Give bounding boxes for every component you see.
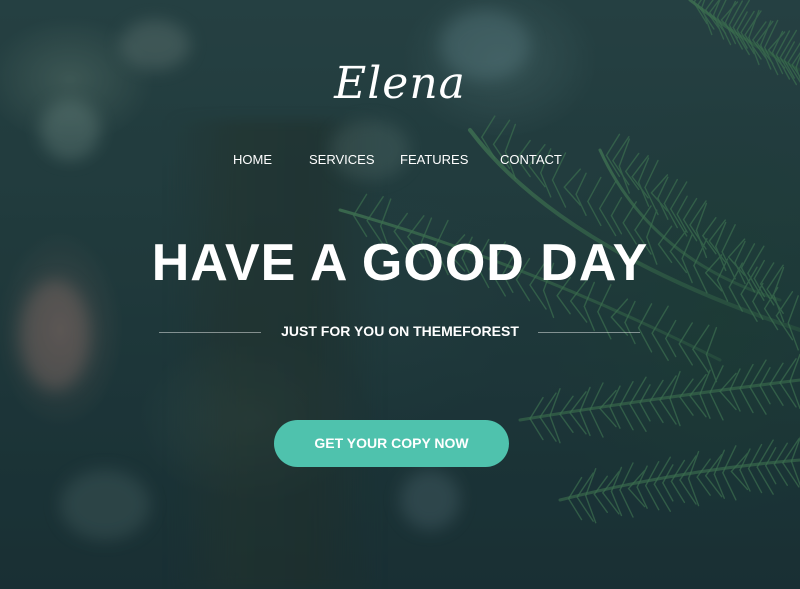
nav-item-home[interactable]: HOME [233,152,272,167]
nav-item-features[interactable]: FEATURES [400,152,468,167]
hero-headline: HAVE A GOOD DAY [151,234,649,292]
nav-item-services[interactable]: SERVICES [309,152,375,167]
brand-logo[interactable]: Elena [0,58,800,109]
divider-right [538,332,640,333]
get-copy-button[interactable]: GET YOUR COPY NOW [274,420,509,467]
hero-subtitle: JUST FOR YOU ON THEMEFOREST [281,323,519,339]
nav-item-contact[interactable]: CONTACT [500,152,562,167]
main-nav: HOME SERVICES FEATURES CONTACT [0,152,800,170]
